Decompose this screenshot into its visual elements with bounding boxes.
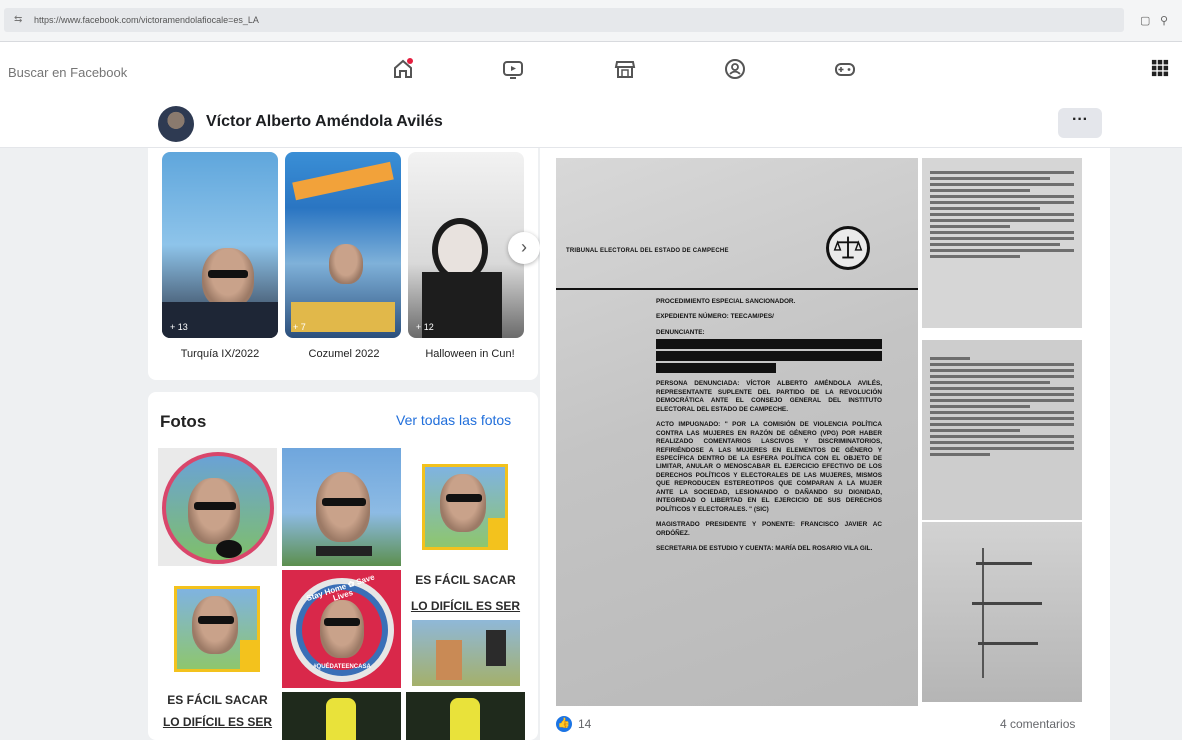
like-count: 14	[578, 717, 592, 731]
story-label[interactable]: Cozumel 2022	[284, 348, 404, 360]
avatar[interactable]	[158, 106, 194, 142]
quarantine-text: #QUÉDATEENCASA	[313, 664, 371, 670]
grid-menu-icon[interactable]	[1146, 54, 1174, 82]
document-magistrado: MAGISTRADO PRESIDENTE Y PONENTE: FRANCIS…	[656, 521, 882, 537]
photo-thumbnail[interactable]	[282, 448, 401, 566]
story-card[interactable]: + 12	[408, 152, 524, 338]
site-info-icon[interactable]: ⇆	[14, 8, 22, 32]
document-denunciante: DENUNCIANTE:	[656, 328, 705, 336]
featured-stories: + 13 Turquía IX/2022 + 7 Cozumel 2022 + …	[148, 148, 538, 380]
home-icon[interactable]	[390, 56, 416, 82]
url-text: https://www.facebook.com/victoramendolaf…	[34, 15, 259, 25]
story-count: + 13	[170, 322, 188, 332]
document-heading: TRIBUNAL ELECTORAL DEL ESTADO DE CAMPECH…	[566, 248, 729, 254]
marketplace-icon[interactable]	[612, 56, 638, 82]
profile-name[interactable]: Víctor Alberto Améndola Avilés	[206, 113, 443, 131]
meme-text: ES FÁCIL SACAR	[167, 693, 268, 707]
gaming-icon[interactable]	[832, 56, 858, 82]
meme-text: LO DIFÍCIL ES SER	[410, 599, 521, 613]
document-page-thumbnail[interactable]	[922, 340, 1082, 520]
photo-thumbnail[interactable]	[282, 692, 401, 740]
address-bar[interactable]: ⇆ https://www.facebook.com/victoramendol…	[4, 8, 1124, 32]
document-image[interactable]: TRIBUNAL ELECTORAL DEL ESTADO DE CAMPECH…	[556, 158, 918, 706]
story-count: + 7	[293, 322, 306, 332]
document-procedure: PROCEDIMIENTO ESPECIAL SANCIONADOR.	[656, 298, 796, 305]
document-acto: ACTO IMPUGNADO: " POR LA COMISIÓN DE VIO…	[656, 421, 882, 513]
tab-icon[interactable]: ▢	[1140, 14, 1150, 27]
browser-toolbar: ⇆ https://www.facebook.com/victoramendol…	[0, 0, 1182, 42]
comments-link[interactable]: 4 comentarios	[1000, 717, 1075, 731]
photo-thumbnail[interactable]: ES FÁCIL SACAR LO DIFÍCIL ES SER	[406, 570, 525, 688]
reactions[interactable]: 👍 14	[556, 714, 591, 734]
document-secretaria: SECRETARIA DE ESTUDIO Y CUENTA: MARÍA DE…	[656, 545, 873, 553]
photo-thumbnail[interactable]	[158, 448, 277, 566]
story-card[interactable]: + 7	[285, 152, 401, 338]
story-thumbnail	[202, 248, 254, 308]
document-denunciado: PERSONA DENUNCIADA: VÍCTOR ALBERTO AMÉND…	[656, 380, 882, 413]
story-count: + 12	[416, 322, 434, 332]
next-story-button[interactable]: ›	[508, 232, 540, 264]
story-label[interactable]: Halloween in Cun!	[410, 348, 530, 360]
video-icon[interactable]	[500, 56, 526, 82]
see-all-photos-link[interactable]: Ver todas las fotos	[396, 412, 511, 428]
photos-title: Fotos	[160, 412, 207, 431]
chevron-right-icon: ›	[521, 237, 527, 257]
groups-icon[interactable]	[722, 56, 748, 82]
photo-thumbnail[interactable]: Stay Home ✿ Save Lives #QUÉDATEENCASA	[282, 570, 401, 688]
search-icon[interactable]: ⚲	[1160, 14, 1168, 27]
court-seal-icon	[826, 226, 870, 270]
photo-thumbnail[interactable]	[158, 570, 277, 688]
photos-card: Fotos Ver todas las fotos Stay Home ✿ Sa…	[148, 392, 538, 740]
document-page-thumbnail[interactable]	[922, 522, 1082, 702]
meme-text: LO DIFÍCIL ES SER	[162, 715, 273, 729]
photo-thumbnail[interactable]: ES FÁCIL SACAR LO DIFÍCIL ES SER	[158, 692, 277, 740]
photo-thumbnail[interactable]	[406, 448, 525, 566]
photo-thumbnail[interactable]	[406, 692, 525, 740]
more-options-button[interactable]: ···	[1058, 108, 1102, 138]
document-page-thumbnail[interactable]	[922, 158, 1082, 328]
profile-header: Víctor Alberto Améndola Avilés ···	[0, 98, 1182, 148]
meme-text: ES FÁCIL SACAR	[415, 573, 516, 587]
story-label[interactable]: Turquía IX/2022	[160, 348, 280, 360]
post-card: TRIBUNAL ELECTORAL DEL ESTADO DE CAMPECH…	[540, 148, 1110, 740]
document-expediente: EXPEDIENTE NÚMERO: TEECAM/PES/	[656, 313, 774, 321]
document-body: PROCEDIMIENTO ESPECIAL SANCIONADOR. EXPE…	[656, 298, 882, 561]
search-input[interactable]	[8, 60, 238, 84]
story-card[interactable]: + 13	[162, 152, 278, 338]
facebook-top-bar	[0, 42, 1182, 98]
like-icon: 👍	[556, 716, 572, 732]
